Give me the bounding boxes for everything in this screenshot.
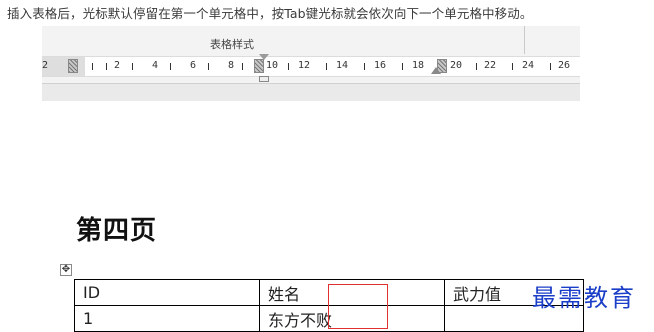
- ruler-label: 24: [522, 60, 535, 71]
- ruler-label: 12: [298, 60, 311, 71]
- ruler-label: 14: [336, 60, 349, 71]
- move-table-icon[interactable]: ✥: [60, 264, 72, 276]
- ruler-tick: [242, 63, 243, 70]
- ruler-tick: [132, 63, 133, 70]
- horizontal-ruler[interactable]: 2 2 4 6 8 10 12 14 16 18 20 22 24 26: [42, 56, 580, 77]
- first-line-indent-marker[interactable]: [259, 54, 269, 60]
- ribbon-bottom-bar: [42, 83, 580, 101]
- ruler-tick: [106, 63, 107, 70]
- column-marker[interactable]: [254, 59, 264, 73]
- ruler-tick: [170, 63, 171, 70]
- column-marker[interactable]: [68, 59, 78, 73]
- ruler-tick: [326, 63, 327, 70]
- ruler-label: 2: [114, 60, 121, 71]
- ruler-tick: [288, 63, 289, 70]
- ruler-margin-shade: [42, 57, 85, 76]
- table-styles-group: 表格样式: [42, 26, 525, 54]
- ruler-tick: [476, 63, 477, 70]
- ribbon: 表格样式 2 2 4 6 8 10 12 14 16 18 20 22 24 2…: [42, 26, 580, 101]
- ruler-tick: [92, 63, 93, 70]
- ruler-tick: [402, 63, 403, 70]
- ruler-label: 22: [484, 60, 497, 71]
- ruler-label: 8: [228, 60, 235, 71]
- right-indent-marker[interactable]: [431, 67, 441, 74]
- ruler-tick: [512, 63, 513, 70]
- ruler-tick: [364, 63, 365, 70]
- left-indent-marker[interactable]: [259, 76, 269, 82]
- page-heading: 第四页: [76, 216, 158, 246]
- ruler-label: 10: [266, 60, 279, 71]
- tutorial-caption: 插入表格后，光标默认停留在第一个单元格中，按Tab键光标就会依次向下一个单元格中…: [7, 6, 533, 21]
- ruler-label: 18: [412, 60, 425, 71]
- ruler-tick: [208, 63, 209, 70]
- table-cell-id[interactable]: 1: [74, 305, 260, 332]
- ruler-label: 4: [152, 60, 159, 71]
- ruler-label: 6: [190, 60, 197, 71]
- table-cell-id-header[interactable]: ID: [74, 279, 260, 306]
- ruler-tick: [550, 63, 551, 70]
- ruler-label: 26: [558, 60, 571, 71]
- highlight-box: [328, 284, 388, 329]
- watermark-logo: 最需教育: [532, 284, 636, 312]
- table-styles-group-label: 表格样式: [210, 38, 254, 51]
- ruler-label: 16: [374, 60, 387, 71]
- ruler-label: 2: [42, 60, 49, 71]
- ruler-label: 20: [450, 60, 463, 71]
